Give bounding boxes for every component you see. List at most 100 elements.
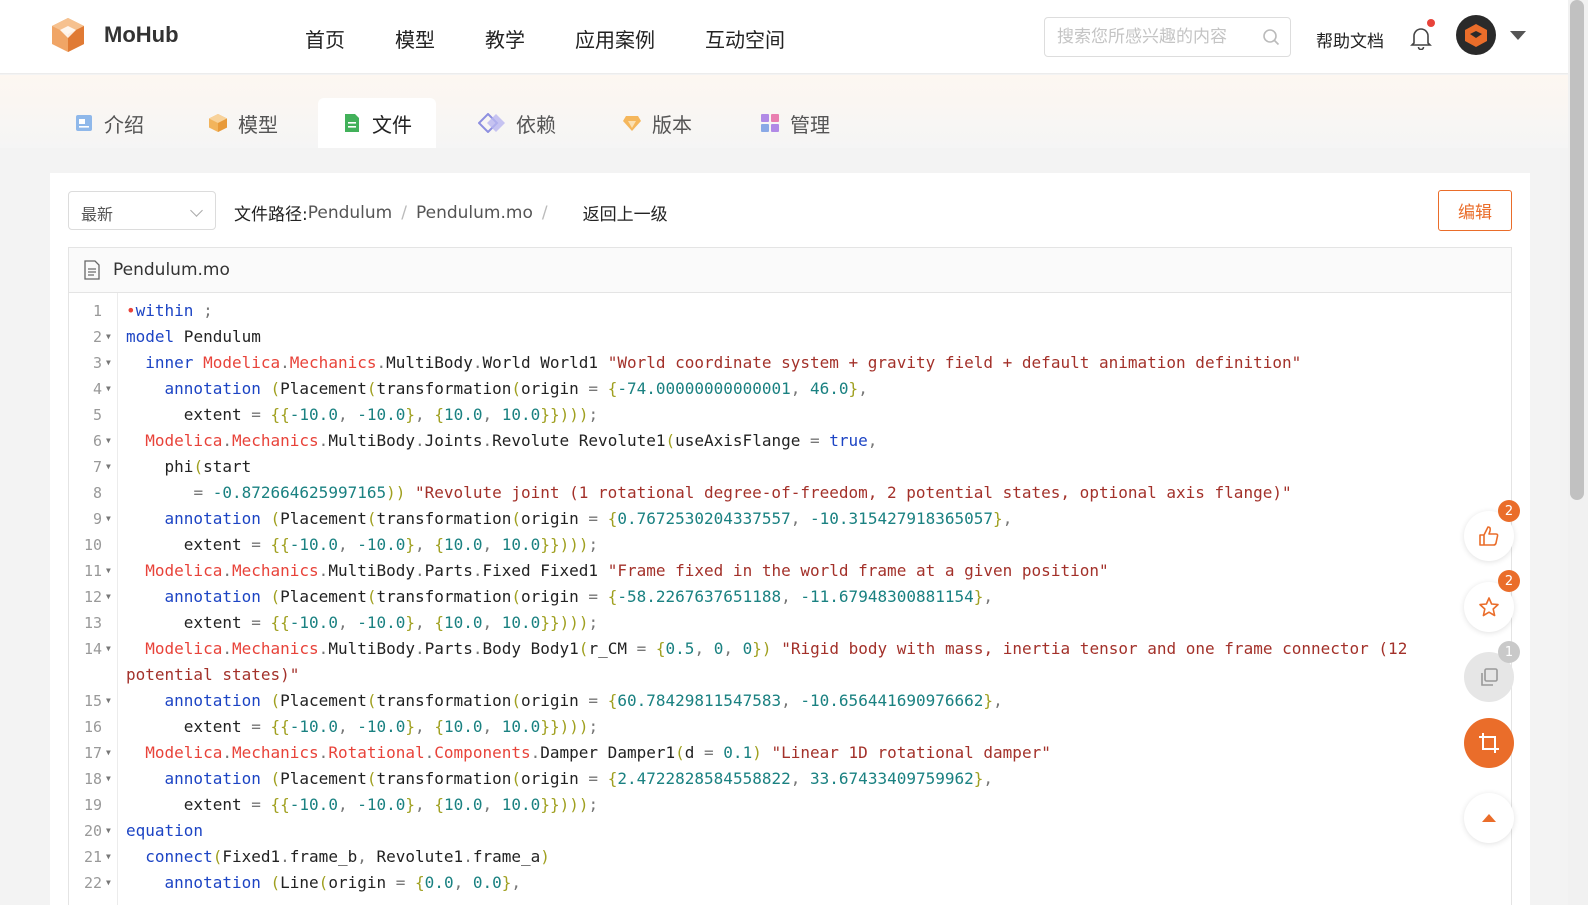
notification-dot [1427, 19, 1435, 27]
code-line: 16 extent = {{-10.0, -10.0}, {10.0, 10.0… [69, 714, 1511, 740]
file-header: Pendulum.mo [69, 248, 1511, 293]
tab-files[interactable]: 文件 [318, 98, 436, 148]
chevron-down-icon [190, 204, 203, 217]
back-up-link[interactable]: 返回上一级 [583, 200, 668, 225]
fold-arrow-icon[interactable]: ▼ [106, 740, 111, 766]
grid-icon [761, 114, 779, 132]
fold-arrow-icon[interactable]: ▼ [106, 428, 111, 454]
code-line: 5 extent = {{-10.0, -10.0}, {10.0, 10.0}… [69, 402, 1511, 428]
tab-intro[interactable]: 介绍 [50, 98, 168, 148]
line-number: 8 [92, 484, 102, 502]
top-header: MoHub 首页 模型 教学 应用案例 互动空间 帮助文档 [0, 0, 1568, 74]
code-line: 9 ▼ annotation (Placement(transformation(… [69, 506, 1511, 532]
line-number: 13 [83, 614, 102, 632]
line-number: 17 [83, 744, 102, 762]
code-line: 13 extent = {{-10.0, -10.0}, {10.0, 10.0… [69, 610, 1511, 636]
edit-button[interactable]: 编辑 [1438, 190, 1512, 231]
search-input[interactable] [1045, 18, 1245, 56]
fold-arrow-icon[interactable]: ▼ [106, 584, 111, 610]
line-number: 22 [83, 874, 102, 892]
tab-versions[interactable]: 版本 [598, 98, 716, 148]
code-line: 8 = -0.872664625997165)) "Revolute joint… [69, 480, 1511, 506]
line-number: 6 [92, 432, 102, 450]
line-number: 20 [83, 822, 102, 840]
code-line: 4 ▼ annotation (Placement(transformation(… [69, 376, 1511, 402]
code-line: 12 ▼ annotation (Placement(transformation… [69, 584, 1511, 610]
code-line: 17 ▼ Modelica.Mechanics.Rotational.Compon… [69, 740, 1511, 766]
code-line: 21 ▼ connect(Fixed1.frame_b, Revolute1.fr… [69, 844, 1511, 870]
star-icon [1479, 597, 1499, 617]
main-nav: 首页 模型 教学 应用案例 互动空间 [305, 24, 835, 53]
line-number: 14 [83, 640, 102, 658]
line-number: 2 [92, 328, 102, 346]
avatar-logo-icon [1465, 24, 1487, 47]
chevron-down-icon[interactable] [1510, 31, 1526, 40]
cube-icon [209, 114, 227, 132]
line-number: 11 [83, 562, 102, 580]
dependency-icon [478, 113, 505, 133]
nav-models[interactable]: 模型 [395, 24, 435, 53]
nav-home[interactable]: 首页 [305, 24, 345, 53]
tab-model[interactable]: 模型 [184, 98, 302, 148]
nav-cases[interactable]: 应用案例 [575, 24, 655, 53]
breadcrumb-folder[interactable]: Pendulum [308, 203, 393, 223]
file-viewer: Pendulum.mo 1 •within ; 2 ▼ model Pendulum … [68, 247, 1512, 905]
intro-icon [76, 115, 92, 131]
tab-label: 依赖 [516, 112, 556, 137]
fold-arrow-icon[interactable]: ▼ [106, 454, 111, 480]
code-line: 6 ▼ Modelica.Mechanics.MultiBody.Joints.R… [69, 428, 1511, 454]
code-line: 11 ▼ Modelica.Mechanics.MultiBody.Parts.F… [69, 558, 1511, 584]
logo-text: MoHub [104, 22, 179, 47]
thumbs-up-icon [1479, 526, 1499, 546]
bell-icon[interactable] [1410, 26, 1432, 50]
fold-arrow-icon[interactable]: ▼ [106, 766, 111, 792]
code-line: 3 ▼ inner Modelica.Mechanics.MultiBody.Wo… [69, 350, 1511, 376]
version-select[interactable]: 最新 [68, 191, 216, 230]
fold-arrow-icon[interactable]: ▼ [106, 506, 111, 532]
tab-label: 介绍 [104, 112, 144, 137]
line-number: 4 [92, 380, 102, 398]
code-lines: 1 •within ; 2 ▼ model Pendulum 3 ▼ inner Mod… [69, 298, 1511, 896]
line-number: 16 [83, 718, 102, 736]
document-icon [84, 260, 100, 280]
breadcrumb: 文件路径: Pendulum / Pendulum.mo / 返回上一级 [234, 200, 668, 226]
code-line: 14 ▼ Modelica.Mechanics.MultiBody.Parts.B… [69, 636, 1511, 688]
tab-manage[interactable]: 管理 [736, 98, 854, 148]
tab-label: 模型 [238, 112, 278, 137]
code-editor[interactable]: 1 •within ; 2 ▼ model Pendulum 3 ▼ inner Mod… [69, 293, 1511, 905]
breadcrumb-separator: / [541, 202, 548, 223]
scrollbar-thumb[interactable] [1570, 0, 1584, 500]
code-line: 19 extent = {{-10.0, -10.0}, {10.0, 10.0… [69, 792, 1511, 818]
tab-dependencies[interactable]: 依赖 [454, 98, 580, 148]
logo[interactable]: MoHub [50, 16, 179, 54]
help-docs-link[interactable]: 帮助文档 [1316, 27, 1384, 52]
breadcrumb-file[interactable]: Pendulum.mo [416, 203, 533, 223]
code-line: 7 ▼ phi(start [69, 454, 1511, 480]
fold-arrow-icon[interactable]: ▼ [106, 844, 111, 870]
copy-count-badge: 1 [1498, 641, 1520, 663]
search-icon[interactable] [1262, 28, 1280, 46]
avatar[interactable] [1456, 15, 1496, 55]
tab-label: 版本 [652, 112, 692, 137]
fold-arrow-icon[interactable]: ▼ [106, 818, 111, 844]
code-line: 20 ▼ equation [69, 818, 1511, 844]
fold-arrow-icon[interactable]: ▼ [106, 558, 111, 584]
code-line: 2 ▼ model Pendulum [69, 324, 1511, 350]
fold-arrow-icon[interactable]: ▼ [106, 350, 111, 376]
fold-arrow-icon[interactable]: ▼ [106, 324, 111, 350]
line-number: 15 [83, 692, 102, 710]
nav-teaching[interactable]: 教学 [485, 24, 525, 53]
line-number: 21 [83, 848, 102, 866]
line-number: 9 [92, 510, 102, 528]
fold-arrow-icon[interactable]: ▼ [106, 636, 111, 662]
back-to-top-button[interactable] [1464, 793, 1514, 843]
line-number: 5 [92, 406, 102, 424]
fold-arrow-icon[interactable]: ▼ [106, 376, 111, 402]
crop-tool-button[interactable] [1464, 718, 1514, 768]
fold-arrow-icon[interactable]: ▼ [106, 688, 111, 714]
line-number: 3 [92, 354, 102, 372]
file-name: Pendulum.mo [113, 260, 230, 280]
fold-arrow-icon[interactable]: ▼ [106, 870, 111, 896]
version-value: 最新 [81, 205, 114, 224]
nav-interactive[interactable]: 互动空间 [705, 24, 785, 53]
